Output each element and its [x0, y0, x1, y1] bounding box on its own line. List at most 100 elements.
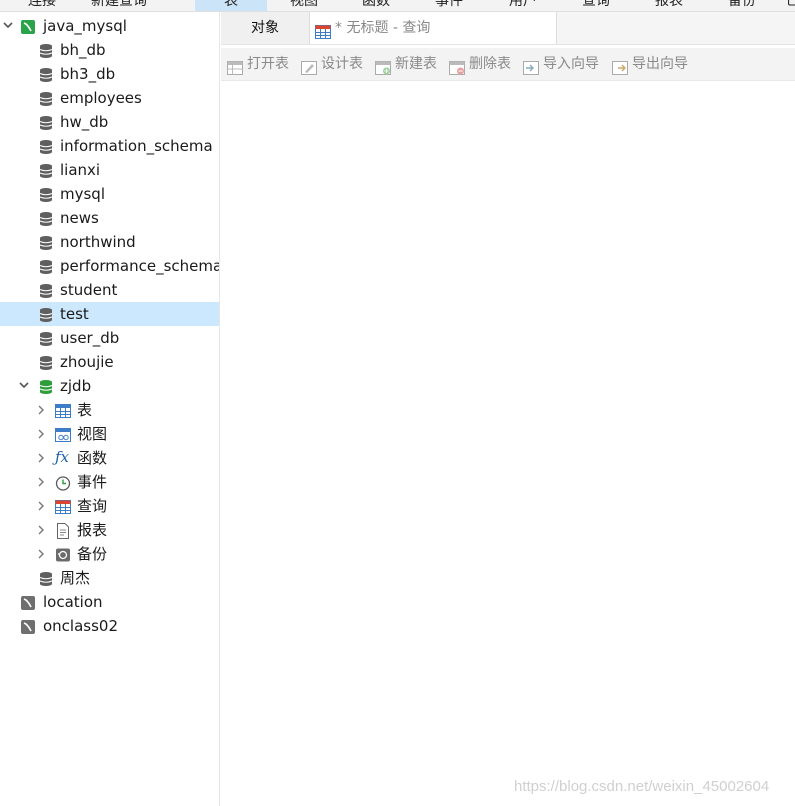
tab-label: * 无标题 - 查询	[335, 20, 431, 36]
database-open-icon	[38, 378, 54, 394]
chevron-right-icon[interactable]	[35, 470, 47, 494]
tree-db-label: 周杰	[60, 569, 91, 587]
tree-db-item[interactable]: employees	[0, 86, 219, 110]
tree-db-item[interactable]: performance_schema	[0, 254, 219, 278]
new-table-label: 新建表	[395, 56, 437, 72]
tree-db-label: employees	[60, 89, 142, 107]
query-icon	[55, 498, 71, 514]
tree-folder-reports[interactable]: 报表	[0, 518, 219, 542]
menu-report[interactable]: 报表	[655, 0, 683, 11]
tree-connection-java-mysql[interactable]: java_mysql	[0, 14, 219, 38]
tree-db-item[interactable]: bh_db	[0, 38, 219, 62]
tree-db-item[interactable]: student	[0, 278, 219, 302]
chevron-right-icon[interactable]	[35, 518, 47, 542]
import-icon	[523, 56, 539, 75]
tree-folder-label: 事件	[77, 473, 108, 491]
database-icon	[38, 114, 54, 130]
database-icon	[38, 138, 54, 154]
menu-backup[interactable]: 备份	[728, 0, 756, 11]
main-menu-bar: 连接 新建查询 表 视图 函数 事件 用户 查询 报表 备份 已	[0, 0, 795, 12]
database-icon	[38, 210, 54, 226]
chevron-down-icon[interactable]	[2, 14, 14, 38]
tree-db-label: user_db	[60, 329, 120, 347]
design-table-label: 设计表	[321, 56, 363, 72]
design-table-icon	[301, 56, 317, 75]
backup-icon	[55, 546, 71, 562]
database-icon	[38, 66, 54, 82]
delete-table-icon	[449, 56, 465, 75]
chevron-down-icon[interactable]	[18, 374, 30, 398]
tree-folder-label: 表	[77, 401, 93, 419]
tree-db-item[interactable]: zhoujie	[0, 350, 219, 374]
tab-objects[interactable]: 对象	[221, 12, 309, 44]
tree-db-label: bh3_db	[60, 65, 116, 83]
content-pane: 对象 * 无标题 - 查询 打开表 设计表 新建表 删除表 导入向导 导出向导	[221, 12, 795, 806]
tree-folder-tables[interactable]: 表	[0, 398, 219, 422]
menu-query[interactable]: 查询	[582, 0, 610, 11]
tree-db-zjdb[interactable]: zjdb	[0, 374, 219, 398]
tree-connection-onclass02[interactable]: onclass02	[0, 614, 219, 638]
tree-db-label: performance_schema	[60, 257, 220, 275]
delete-table-label: 删除表	[469, 56, 511, 72]
tree-db-label: information_schema	[60, 137, 213, 155]
tree-db-label: news	[60, 209, 99, 227]
tree-db-item[interactable]: hw_db	[0, 110, 219, 134]
new-table-icon	[375, 56, 391, 75]
tree-db-zhoujie-cn[interactable]: 周杰	[0, 566, 219, 590]
import-wizard-label: 导入向导	[543, 56, 599, 72]
database-icon	[38, 90, 54, 106]
tab-untitled-query[interactable]: * 无标题 - 查询	[309, 12, 557, 44]
menu-event[interactable]: 事件	[435, 0, 463, 11]
menu-view[interactable]: 视图	[290, 0, 318, 11]
tree-connection-label: java_mysql	[43, 17, 127, 35]
database-icon	[38, 258, 54, 274]
tree-db-item[interactable]: bh3_db	[0, 62, 219, 86]
tree-db-label: test	[60, 305, 89, 323]
mysql-connection-closed-icon	[20, 594, 36, 610]
menu-connect[interactable]: 连接	[28, 0, 56, 11]
database-icon	[38, 306, 54, 322]
tree-folder-events[interactable]: 事件	[0, 470, 219, 494]
menu-function[interactable]: 函数	[362, 0, 390, 11]
mysql-connection-closed-icon	[20, 618, 36, 634]
tree-folder-views[interactable]: 视图	[0, 422, 219, 446]
chevron-right-icon[interactable]	[35, 494, 47, 518]
tree-db-label: lianxi	[60, 161, 101, 179]
database-icon	[38, 282, 54, 298]
watermark-text: https://blog.csdn.net/weixin_45002604	[514, 778, 770, 795]
tree-db-item[interactable]: test	[0, 302, 219, 326]
chevron-right-icon[interactable]	[35, 422, 47, 446]
tree-db-item[interactable]: mysql	[0, 182, 219, 206]
navigation-tree: java_mysql bh_db bh3_db employees hw_dbinfo…	[0, 12, 220, 806]
chevron-right-icon[interactable]	[35, 398, 47, 422]
export-wizard-label: 导出向导	[632, 56, 688, 72]
tree-connection-location[interactable]: location	[0, 590, 219, 614]
tree-db-item[interactable]: lianxi	[0, 158, 219, 182]
tree-db-item[interactable]: news	[0, 206, 219, 230]
tree-db-item[interactable]: northwind	[0, 230, 219, 254]
tree-db-label: zhoujie	[60, 353, 114, 371]
database-icon	[38, 162, 54, 178]
export-icon	[612, 56, 628, 75]
tree-folder-label: 函数	[77, 449, 108, 467]
chevron-right-icon[interactable]	[35, 446, 47, 470]
query-icon	[315, 20, 331, 39]
tree-folder-queries[interactable]: 查询	[0, 494, 219, 518]
object-toolbar: 打开表 设计表 新建表 删除表 导入向导 导出向导	[221, 48, 795, 81]
menu-more[interactable]: 已	[786, 0, 795, 11]
clock-icon	[55, 474, 71, 491]
table-icon	[55, 402, 71, 418]
tree-folder-backups[interactable]: 备份	[0, 542, 219, 566]
menu-user[interactable]: 用户	[509, 0, 537, 11]
tree-folder-label: 备份	[77, 545, 108, 563]
tree-folder-functions[interactable]: ƒx 函数	[0, 446, 219, 470]
database-icon	[38, 234, 54, 250]
tree-folder-label: 视图	[77, 425, 108, 443]
tree-db-item[interactable]: user_db	[0, 326, 219, 350]
tree-folder-label: 查询	[77, 497, 108, 515]
tree-db-item[interactable]: information_schema	[0, 134, 219, 158]
menu-new-query[interactable]: 新建查询	[91, 0, 147, 11]
function-icon: ƒx	[55, 448, 70, 466]
chevron-right-icon[interactable]	[35, 542, 47, 566]
menu-table[interactable]: 表	[195, 0, 267, 11]
